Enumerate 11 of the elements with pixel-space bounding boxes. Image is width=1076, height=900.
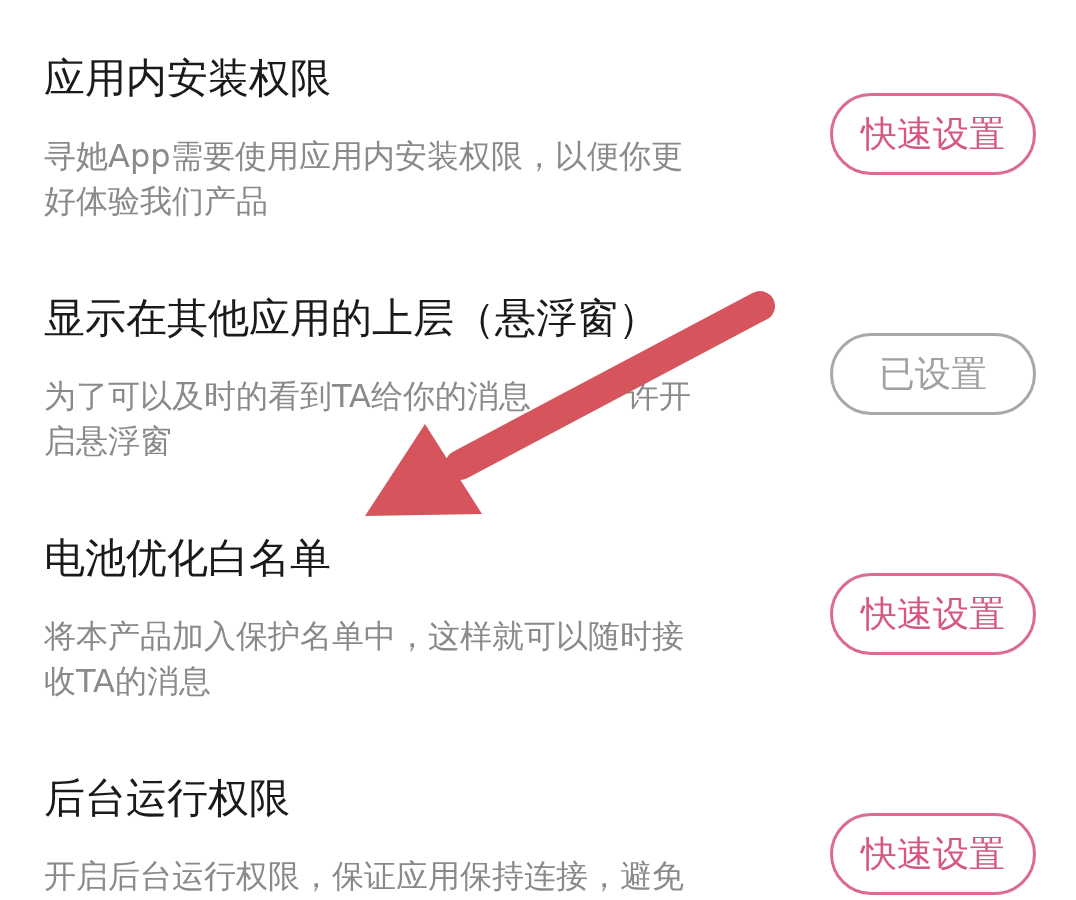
setting-description: 将本产品加入保护名单中，这样就可以随时接收TA的消息 <box>44 616 685 702</box>
setting-title: 应用内安装权限 <box>44 53 332 103</box>
setting-description: 寻她App需要使用应用内安装权限，以便你更好体验我们产品 <box>44 136 684 222</box>
setting-title: 电池优化白名单 <box>44 533 332 583</box>
quick-setup-button[interactable]: 快速设置 <box>830 573 1036 655</box>
quick-setup-button[interactable]: 快速设置 <box>830 813 1036 895</box>
setting-description: 开启后台运行权限，保证应用保持连接，避免 <box>44 856 685 897</box>
already-set-button[interactable]: 已设置 <box>830 333 1036 415</box>
quick-setup-button[interactable]: 快速设置 <box>830 93 1036 175</box>
setting-title: 后台运行权限 <box>44 773 291 823</box>
setting-title: 显示在其他应用的上层（悬浮窗） <box>44 293 660 343</box>
